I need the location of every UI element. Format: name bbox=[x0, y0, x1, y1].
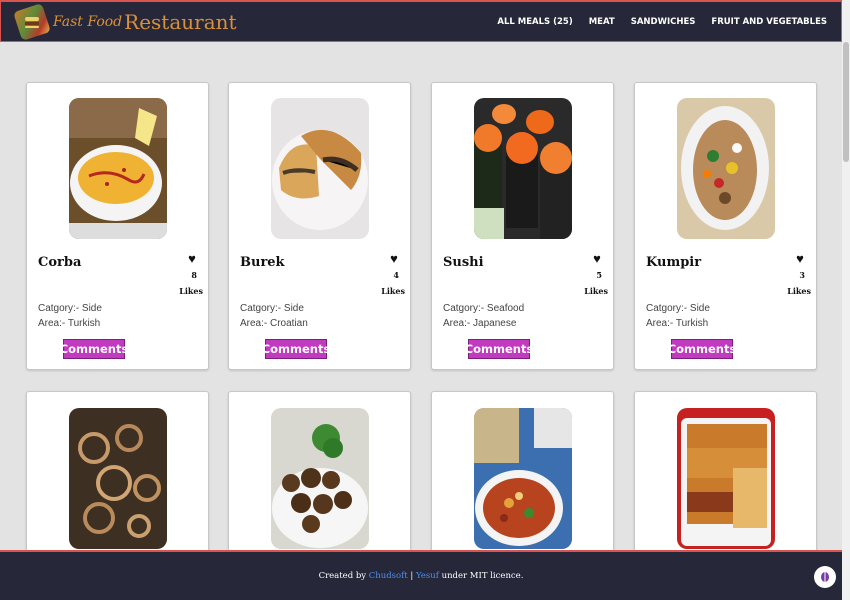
likes-count: 3 bbox=[799, 270, 805, 280]
likes-count: 5 bbox=[596, 270, 602, 280]
meal-card bbox=[228, 391, 411, 561]
likes-label: Likes bbox=[179, 286, 203, 296]
meal-image bbox=[677, 408, 775, 549]
author-link-yesuf[interactable]: Yesuf bbox=[416, 571, 439, 581]
meal-category: Catgory:- Seafood bbox=[443, 303, 525, 314]
scrollbar-thumb[interactable] bbox=[843, 42, 849, 162]
meal-image bbox=[271, 98, 369, 239]
comments-button[interactable]: Comments bbox=[668, 339, 736, 359]
likes-label: Likes bbox=[381, 286, 405, 296]
meal-name: Sushi bbox=[443, 255, 484, 270]
logo-fast-text: Fast Food bbox=[53, 13, 123, 30]
nav-meat[interactable]: MEAT bbox=[589, 17, 615, 27]
meal-area: Area:- Turkish bbox=[646, 318, 709, 329]
author-link-chudsoft[interactable]: Chudsoft bbox=[369, 571, 408, 581]
meal-image bbox=[474, 98, 572, 239]
comments-button[interactable]: Comments bbox=[262, 339, 330, 359]
meal-category: Catgory:- Side bbox=[240, 303, 304, 314]
assistant-badge-icon[interactable] bbox=[814, 566, 836, 588]
meal-card: Sushi ♥ 5 Likes Catgory:- Seafood Area:-… bbox=[431, 82, 614, 370]
meal-image bbox=[474, 408, 572, 549]
meal-image bbox=[69, 408, 167, 549]
meal-card: Kumpir ♥ 3 Likes Catgory:- Side Area:- T… bbox=[634, 82, 817, 370]
footer: Created by Chudsoft | Yesuf under MIT li… bbox=[0, 550, 842, 600]
meal-image bbox=[677, 98, 775, 239]
main-nav: ALL MEALS (25) MEAT SANDWICHES FRUIT AND… bbox=[497, 17, 827, 27]
header: Fast Food Restaurant ALL MEALS (25) MEAT… bbox=[0, 0, 842, 42]
logo[interactable]: Fast Food Restaurant bbox=[13, 2, 237, 41]
nav-all-meals[interactable]: ALL MEALS (25) bbox=[497, 17, 572, 27]
meal-card bbox=[634, 391, 817, 561]
like-heart-icon[interactable]: ♥ bbox=[590, 251, 604, 266]
like-heart-icon[interactable]: ♥ bbox=[185, 251, 199, 266]
food-logo-icon bbox=[13, 2, 51, 41]
footer-separator: | bbox=[410, 571, 414, 581]
footer-credits: Created by Chudsoft | Yesuf under MIT li… bbox=[319, 571, 524, 581]
meal-name: Burek bbox=[240, 255, 285, 270]
meal-card bbox=[431, 391, 614, 561]
meal-category: Catgory:- Side bbox=[38, 303, 102, 314]
footer-prefix: Created by bbox=[318, 571, 367, 581]
likes-count: 4 bbox=[393, 270, 399, 280]
nav-fruit-vegetables[interactable]: FRUIT AND VEGETABLES bbox=[711, 17, 827, 27]
meal-name: Kumpir bbox=[646, 255, 702, 270]
meal-image bbox=[69, 98, 167, 239]
logo-restaurant-text: Restaurant bbox=[124, 9, 237, 34]
meal-card: Burek ♥ 4 Likes Catgory:- Side Area:- Cr… bbox=[228, 82, 411, 370]
meal-name: Corba bbox=[38, 255, 82, 270]
meal-image bbox=[271, 408, 369, 549]
meal-card: Corba ♥ 8 Likes Catgory:- Side Area:- Tu… bbox=[26, 82, 209, 370]
footer-suffix: under MIT licence. bbox=[441, 571, 524, 581]
meal-card bbox=[26, 391, 209, 561]
like-heart-icon[interactable]: ♥ bbox=[793, 251, 807, 266]
likes-count: 8 bbox=[191, 270, 197, 280]
comments-button[interactable]: Comments bbox=[465, 339, 533, 359]
meal-area: Area:- Croatian bbox=[240, 318, 308, 329]
like-heart-icon[interactable]: ♥ bbox=[387, 251, 401, 266]
meal-area: Area:- Japanese bbox=[443, 318, 517, 329]
nav-sandwiches[interactable]: SANDWICHES bbox=[631, 17, 696, 27]
page-scrollbar[interactable] bbox=[842, 0, 850, 600]
comments-button[interactable]: Comments bbox=[60, 339, 128, 359]
likes-label: Likes bbox=[584, 286, 608, 296]
meal-area: Area:- Turkish bbox=[38, 318, 101, 329]
likes-label: Likes bbox=[787, 286, 811, 296]
meal-category: Catgory:- Side bbox=[646, 303, 710, 314]
